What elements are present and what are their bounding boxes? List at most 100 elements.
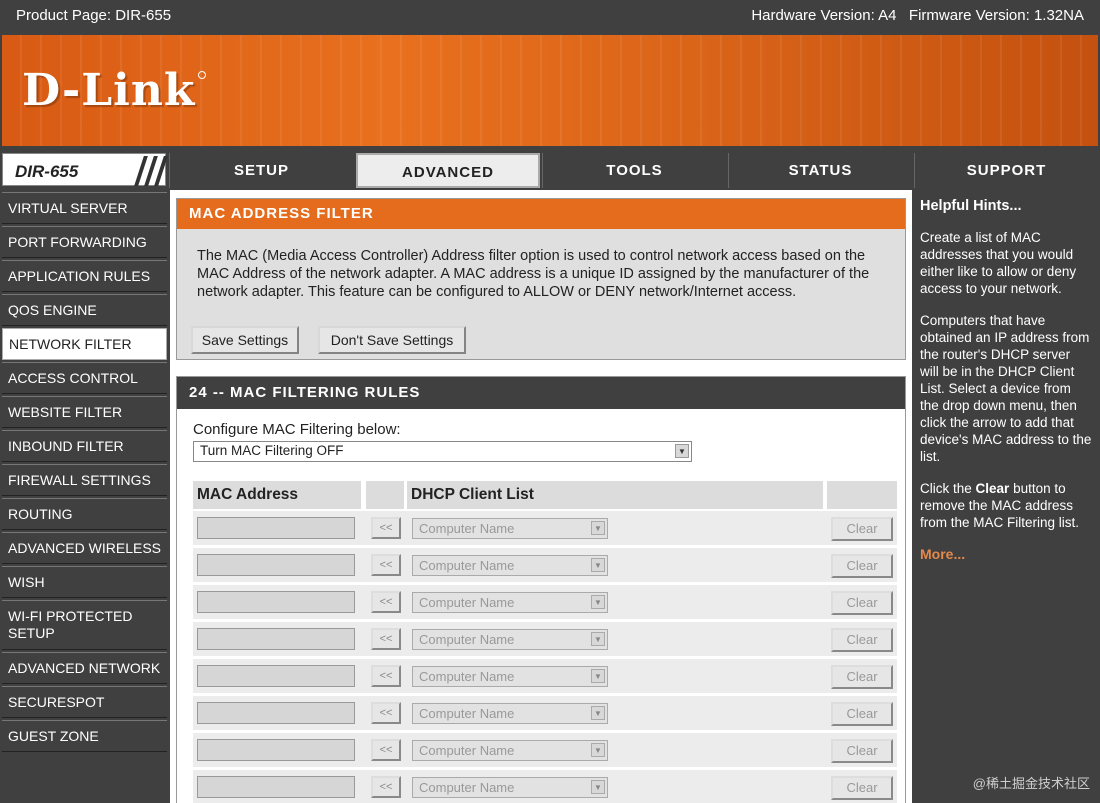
save-settings-button[interactable]: Save Settings xyxy=(191,326,299,354)
add-mac-arrow-button[interactable]: << xyxy=(371,776,401,798)
clear-button[interactable]: Clear xyxy=(831,702,893,726)
product-page-label: Product Page: DIR-655 xyxy=(16,7,172,24)
computer-name-select[interactable]: Computer Name ▼ xyxy=(412,592,608,613)
clear-button[interactable]: Clear xyxy=(831,776,893,800)
mac-address-input[interactable] xyxy=(197,517,355,539)
filter-mode-value: Turn MAC Filtering OFF xyxy=(200,443,344,458)
mac-address-input[interactable] xyxy=(197,702,355,724)
hint-paragraph: Click the Clear button to remove the MAC… xyxy=(920,480,1092,531)
hint-text: Click the xyxy=(920,481,976,496)
clear-button[interactable]: Clear xyxy=(831,554,893,578)
sidebar-item-port-forwarding[interactable]: PORT FORWARDING xyxy=(2,226,167,258)
chevron-down-icon[interactable]: ▼ xyxy=(591,558,605,572)
chevron-down-icon[interactable]: ▼ xyxy=(591,780,605,794)
tab-setup[interactable]: SETUP xyxy=(169,153,353,188)
sidebar-item-qos-engine[interactable]: QOS ENGINE xyxy=(2,294,167,326)
chevron-down-icon[interactable]: ▼ xyxy=(591,669,605,683)
hints-title: Helpful Hints... xyxy=(920,198,1022,214)
more-link[interactable]: More... xyxy=(920,546,965,562)
computer-name-value: Computer Name xyxy=(419,521,515,536)
mac-rules-panel: 24 -- MAC FILTERING RULES Configure MAC … xyxy=(176,376,906,803)
add-mac-arrow-button[interactable]: << xyxy=(371,628,401,650)
sidebar-item-guest-zone[interactable]: GUEST ZONE xyxy=(2,720,167,752)
computer-name-value: Computer Name xyxy=(419,632,515,647)
clear-button[interactable]: Clear xyxy=(831,628,893,652)
computer-name-value: Computer Name xyxy=(419,743,515,758)
sidebar-item-advanced-wireless[interactable]: ADVANCED WIRELESS xyxy=(2,532,167,564)
add-mac-arrow-button[interactable]: << xyxy=(371,665,401,687)
mac-filter-description: The MAC (Media Access Controller) Addres… xyxy=(197,248,870,300)
add-mac-arrow-button[interactable]: << xyxy=(371,517,401,539)
version-info: Hardware Version: A4 Firmware Version: 1… xyxy=(751,7,1084,24)
dlink-logo: D-Link xyxy=(22,65,196,116)
hint-paragraph: Computers that have obtained an IP addre… xyxy=(920,313,1092,464)
computer-name-select[interactable]: Computer Name ▼ xyxy=(412,629,608,650)
sidebar-item-securespot[interactable]: SECURESPOT xyxy=(2,686,167,718)
sidebar-item-wish[interactable]: WISH xyxy=(2,566,167,598)
sidebar-item-wifi-protected-setup[interactable]: WI-FI PROTECTED SETUP xyxy=(2,600,167,650)
computer-name-select[interactable]: Computer Name ▼ xyxy=(412,740,608,761)
arrow-column-header xyxy=(366,481,404,509)
clear-button[interactable]: Clear xyxy=(831,665,893,689)
add-mac-arrow-button[interactable]: << xyxy=(371,554,401,576)
filter-mode-select[interactable]: Turn MAC Filtering OFF ▼ xyxy=(193,441,692,462)
main-nav: DIR-655 SETUP ADVANCED TOOLS STATUS SUPP… xyxy=(0,151,1100,188)
sidebar-item-routing[interactable]: ROUTING xyxy=(2,498,167,530)
computer-name-select[interactable]: Computer Name ▼ xyxy=(412,518,608,539)
clear-button[interactable]: Clear xyxy=(831,591,893,615)
mac-address-input[interactable] xyxy=(197,554,355,576)
configure-label: Configure MAC Filtering below: xyxy=(193,421,401,438)
mac-filter-panel: MAC ADDRESS FILTER The MAC (Media Access… xyxy=(176,198,906,360)
table-row: << Computer Name ▼ Clear xyxy=(193,696,897,730)
sidebar-item-advanced-network[interactable]: ADVANCED NETWORK xyxy=(2,652,167,684)
dont-save-settings-button[interactable]: Don't Save Settings xyxy=(318,326,466,354)
helpful-hints-panel: Helpful Hints... Create a list of MAC ad… xyxy=(914,190,1100,803)
computer-name-value: Computer Name xyxy=(419,558,515,573)
mac-address-input[interactable] xyxy=(197,628,355,650)
mac-address-input[interactable] xyxy=(197,776,355,798)
tab-support[interactable]: SUPPORT xyxy=(914,153,1098,188)
sidebar-item-virtual-server[interactable]: VIRTUAL SERVER xyxy=(2,192,167,224)
mac-address-input[interactable] xyxy=(197,739,355,761)
add-mac-arrow-button[interactable]: << xyxy=(371,739,401,761)
sidebar-item-firewall-settings[interactable]: FIREWALL SETTINGS xyxy=(2,464,167,496)
chevron-down-icon[interactable]: ▼ xyxy=(591,521,605,535)
chevron-down-icon[interactable]: ▼ xyxy=(591,706,605,720)
mac-address-input[interactable] xyxy=(197,591,355,613)
chevron-down-icon[interactable]: ▼ xyxy=(591,595,605,609)
computer-name-value: Computer Name xyxy=(419,669,515,684)
chevron-down-icon[interactable]: ▼ xyxy=(591,743,605,757)
watermark: @稀土掘金技术社区 xyxy=(972,776,1090,791)
clear-button[interactable]: Clear xyxy=(831,517,893,541)
mac-address-input[interactable] xyxy=(197,665,355,687)
table-row: << Computer Name ▼ Clear xyxy=(193,585,897,619)
sidebar-item-network-filter[interactable]: NETWORK FILTER xyxy=(2,328,167,360)
chevron-down-icon[interactable]: ▼ xyxy=(675,444,689,458)
computer-name-select[interactable]: Computer Name ▼ xyxy=(412,555,608,576)
computer-name-value: Computer Name xyxy=(419,780,515,795)
table-row: << Computer Name ▼ Clear xyxy=(193,770,897,803)
sidebar-item-access-control[interactable]: ACCESS CONTROL xyxy=(2,362,167,394)
table-row: << Computer Name ▼ Clear xyxy=(193,659,897,693)
hint-paragraph: Create a list of MAC addresses that you … xyxy=(920,230,1077,296)
table-row: << Computer Name ▼ Clear xyxy=(193,733,897,767)
sidebar-item-application-rules[interactable]: APPLICATION RULES xyxy=(2,260,167,292)
chevron-down-icon[interactable]: ▼ xyxy=(591,632,605,646)
add-mac-arrow-button[interactable]: << xyxy=(371,591,401,613)
clear-button[interactable]: Clear xyxy=(831,739,893,763)
sidebar-item-inbound-filter[interactable]: INBOUND FILTER xyxy=(2,430,167,462)
table-row: << Computer Name ▼ Clear xyxy=(193,548,897,582)
sidebar-item-website-filter[interactable]: WEBSITE FILTER xyxy=(2,396,167,428)
hint-bold-clear: Clear xyxy=(975,481,1010,496)
tab-status[interactable]: STATUS xyxy=(728,153,912,188)
sidebar: VIRTUAL SERVER PORT FORWARDING APPLICATI… xyxy=(0,190,168,803)
computer-name-select[interactable]: Computer Name ▼ xyxy=(412,666,608,687)
main-content: MAC ADDRESS FILTER The MAC (Media Access… xyxy=(170,190,912,803)
dhcp-client-list-header: DHCP Client List xyxy=(407,481,823,509)
table-row: << Computer Name ▼ Clear xyxy=(193,622,897,656)
computer-name-select[interactable]: Computer Name ▼ xyxy=(412,777,608,798)
tab-advanced[interactable]: ADVANCED xyxy=(356,153,540,188)
tab-tools[interactable]: TOOLS xyxy=(542,153,726,188)
add-mac-arrow-button[interactable]: << xyxy=(371,702,401,724)
computer-name-select[interactable]: Computer Name ▼ xyxy=(412,703,608,724)
